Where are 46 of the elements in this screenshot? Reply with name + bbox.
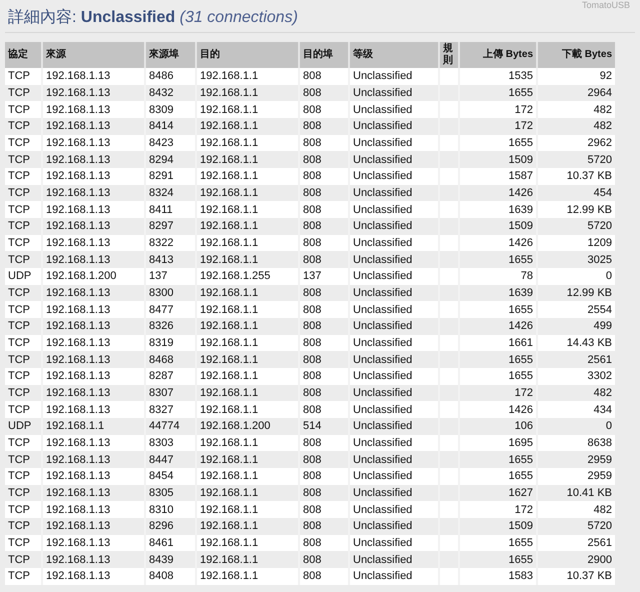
table-cell: 1583 bbox=[459, 568, 537, 585]
table-cell: 434 bbox=[537, 401, 615, 418]
column-header[interactable]: 目的 bbox=[196, 42, 299, 68]
page-title: 詳細內容: Unclassified (31 connections) bbox=[7, 8, 299, 28]
table-cell: 0 bbox=[537, 418, 615, 435]
column-header[interactable]: 來源 bbox=[42, 42, 145, 68]
table-cell: 10.37 KB bbox=[537, 568, 615, 585]
table-cell: 2959 bbox=[537, 451, 615, 468]
table-cell: 2554 bbox=[537, 301, 615, 318]
column-header[interactable]: 等级 bbox=[349, 42, 439, 68]
column-header[interactable]: 下載 Bytes bbox=[537, 42, 615, 68]
table-cell: 2561 bbox=[537, 534, 615, 552]
table-cell: 808 bbox=[299, 568, 349, 585]
table-cell: 2959 bbox=[537, 468, 615, 485]
table-cell: 192.168.1.1 bbox=[196, 568, 299, 585]
table-cell: 454 bbox=[537, 184, 615, 202]
table-cell: 1209 bbox=[537, 234, 615, 252]
table-cell: 14.43 KB bbox=[537, 334, 615, 352]
table-cell: 5720 bbox=[537, 218, 615, 235]
table-cell: 8408 bbox=[145, 568, 196, 585]
table-cell: 2561 bbox=[537, 351, 615, 368]
table-cell: 5720 bbox=[537, 151, 615, 168]
column-header[interactable]: 協定 bbox=[5, 42, 42, 68]
column-header[interactable]: 上傳 Bytes bbox=[459, 42, 537, 68]
column-header[interactable]: 規則 bbox=[439, 42, 459, 68]
table-cell: 482 bbox=[537, 501, 615, 518]
table-cell: 12.99 KB bbox=[537, 201, 615, 218]
table-cell: 10.41 KB bbox=[537, 484, 615, 502]
table-cell: 482 bbox=[537, 384, 615, 402]
table-cell: 10.37 KB bbox=[537, 168, 615, 185]
column-header[interactable]: 來源埠 bbox=[145, 42, 196, 68]
table-cell: Unclassified bbox=[349, 568, 439, 585]
table-cell: 3302 bbox=[537, 368, 615, 385]
table-cell: 12.99 KB bbox=[537, 284, 615, 302]
table-cell: TCP bbox=[5, 568, 42, 585]
column-header[interactable]: 目的埠 bbox=[299, 42, 349, 68]
table-cell: 482 bbox=[537, 118, 615, 135]
table-cell: 2964 bbox=[537, 84, 615, 102]
table-cell: 499 bbox=[537, 318, 615, 335]
table-cell: 8638 bbox=[537, 434, 615, 452]
table-cell: 2900 bbox=[537, 551, 615, 568]
table-cell: 3025 bbox=[537, 251, 615, 268]
brand-text: TomatoUSB bbox=[582, 0, 630, 10]
table-cell: 192.168.1.13 bbox=[42, 568, 145, 585]
table-cell: 0 bbox=[537, 268, 615, 285]
table-cell: 5720 bbox=[537, 518, 615, 535]
